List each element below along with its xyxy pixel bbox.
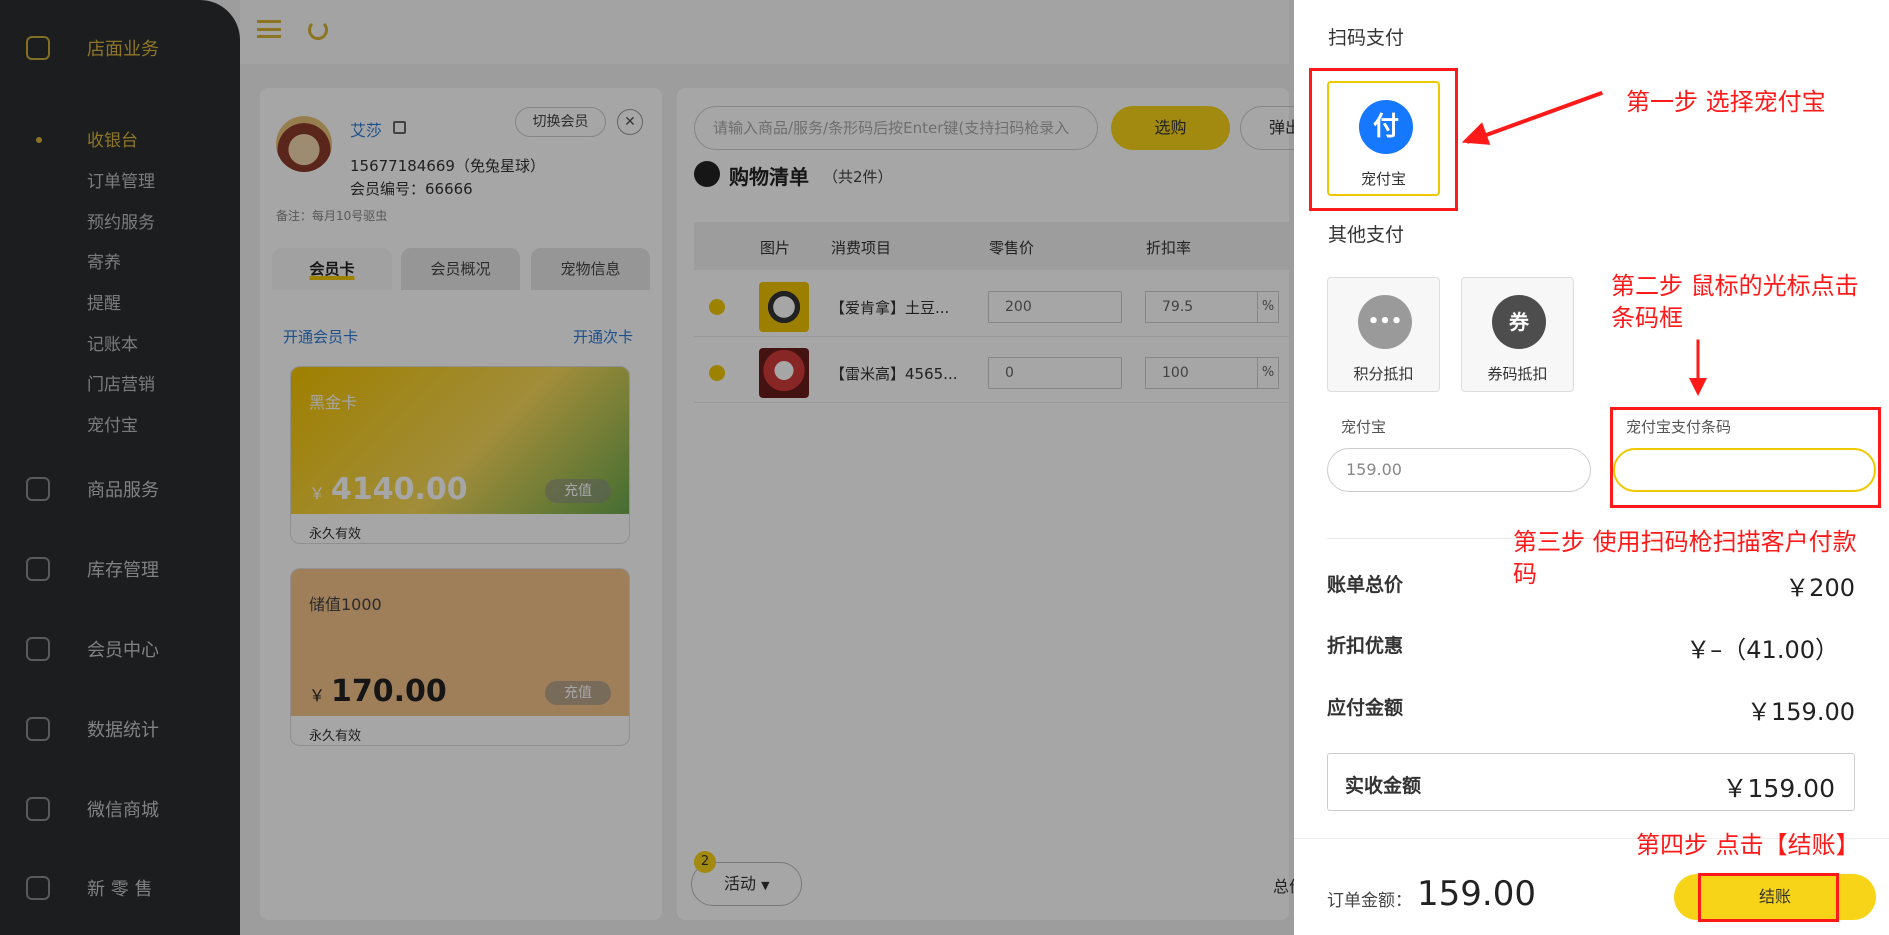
modal-overlay[interactable] xyxy=(0,0,1294,935)
discount-value: ￥–（41.00） xyxy=(1686,636,1839,664)
discount-label: 折扣优惠 xyxy=(1327,635,1404,657)
received-label: 实收金额 xyxy=(1345,775,1422,797)
received-value: ￥159.00 xyxy=(1722,774,1835,803)
other-pay-title: 其他支付 xyxy=(1328,224,1405,246)
pay-method-label: 券码抵扣 xyxy=(1487,365,1548,383)
petpay-amount-input[interactable]: 159.00 xyxy=(1327,448,1591,492)
annotation-box-step2 xyxy=(1610,407,1881,508)
annotation-step2: 第二步 鼠标的光标点击条码框 xyxy=(1611,272,1859,332)
coupon-icon: 券 xyxy=(1492,295,1546,349)
more-dots-icon: ••• xyxy=(1358,295,1412,349)
payable-label: 应付金额 xyxy=(1327,697,1404,719)
order-amount-value: 159.00 xyxy=(1417,874,1536,914)
bill-total-label: 账单总价 xyxy=(1327,574,1404,596)
annotation-step3: 第三步 使用扫码枪扫描客户付款码 xyxy=(1513,528,1857,588)
annotation-step4: 第四步 点击【结账】 xyxy=(1636,831,1860,859)
annotation-box-step4 xyxy=(1698,873,1839,922)
petpay-amount-label: 宠付宝 xyxy=(1341,418,1387,436)
pay-method-points[interactable]: ••• 积分抵扣 xyxy=(1327,277,1440,392)
pay-method-label: 积分抵扣 xyxy=(1353,365,1414,383)
annotation-box-step1 xyxy=(1309,68,1458,211)
pay-method-coupon[interactable]: 券 券码抵扣 xyxy=(1461,277,1574,392)
payable-value: ￥159.00 xyxy=(1747,698,1855,726)
annotation-step1: 第一步 选择宠付宝 xyxy=(1626,88,1826,116)
arrowhead-icon xyxy=(1689,378,1707,396)
order-amount-label: 订单金额： xyxy=(1327,891,1412,911)
scan-pay-title: 扫码支付 xyxy=(1328,27,1405,49)
